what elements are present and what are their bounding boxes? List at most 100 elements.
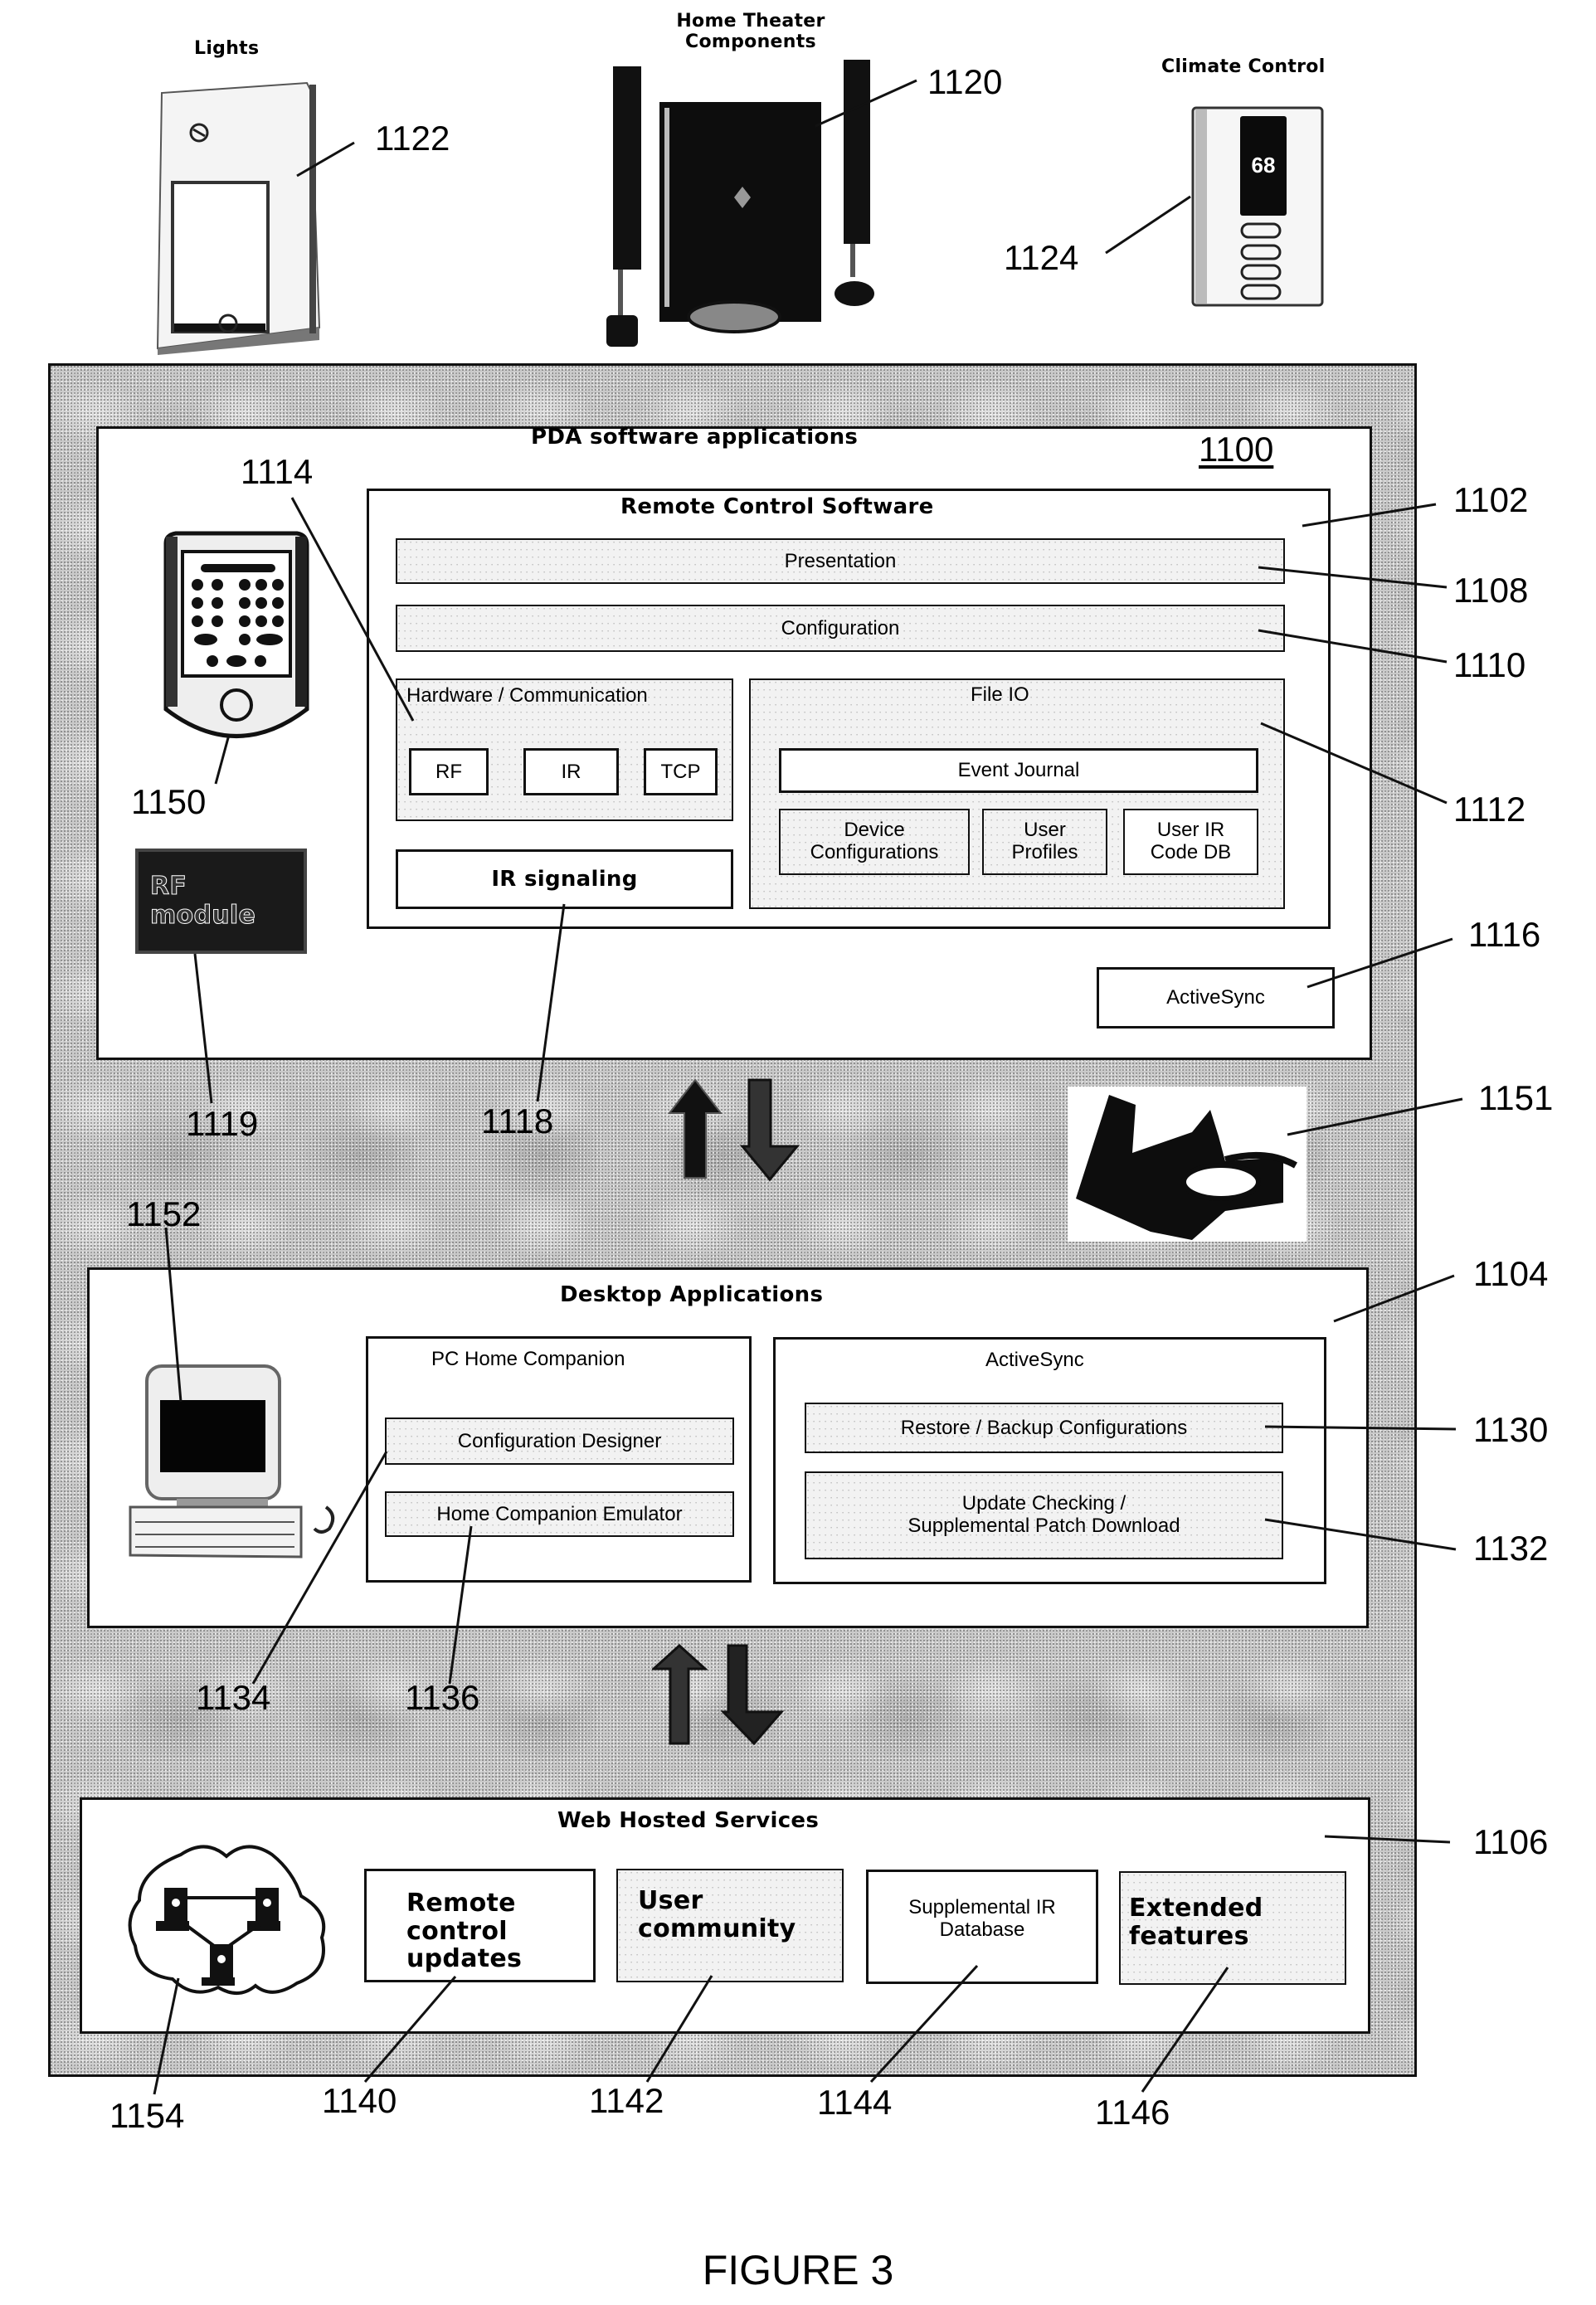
service-line: features bbox=[1129, 1921, 1249, 1951]
hw-item-label: TCP bbox=[660, 760, 701, 783]
service-line: User bbox=[638, 1886, 703, 1915]
ref-1144: 1144 bbox=[817, 2083, 893, 2122]
configuration-designer-label: Configuration Designer bbox=[457, 1429, 662, 1452]
home-companion-emulator-box: Home Companion Emulator bbox=[385, 1491, 734, 1537]
ref-1114: 1114 bbox=[241, 452, 314, 491]
service-line: community bbox=[638, 1914, 796, 1943]
store-line1: User IR bbox=[1156, 819, 1225, 842]
ref-1118: 1118 bbox=[481, 1101, 554, 1140]
pda-device-icon bbox=[163, 531, 309, 738]
ref-1151: 1151 bbox=[1478, 1078, 1554, 1117]
pc-home-companion-title: PC Home Companion bbox=[431, 1348, 625, 1370]
user-ir-code-db-store: User IR Code DB bbox=[1123, 809, 1258, 875]
ref-1122: 1122 bbox=[375, 119, 450, 158]
presentation-label: Presentation bbox=[784, 549, 897, 572]
climate-control-title: Climate Control bbox=[1161, 56, 1326, 77]
web-service-user-community: User community bbox=[616, 1869, 844, 1982]
ref-1130: 1130 bbox=[1473, 1410, 1549, 1449]
ref-1140: 1140 bbox=[322, 2081, 397, 2120]
ref-1152: 1152 bbox=[126, 1194, 202, 1233]
home-theater-icon bbox=[606, 60, 874, 347]
sync-arrows-pda-desktop[interactable] bbox=[668, 1078, 805, 1182]
light-switch-icon bbox=[156, 81, 321, 355]
hw-item-ir: IR bbox=[523, 748, 619, 795]
store-line2: Profiles bbox=[1011, 841, 1078, 863]
pda-software-title: PDA software applications bbox=[531, 425, 859, 450]
thermostat-display: 68 bbox=[1252, 153, 1276, 177]
ir-signaling-box: IR signaling bbox=[396, 849, 733, 909]
cradle-icon bbox=[1068, 1087, 1306, 1242]
service-line: Database bbox=[939, 1918, 1025, 1941]
web-service-extended-features: Extended features bbox=[1119, 1871, 1346, 1985]
ref-1104: 1104 bbox=[1473, 1254, 1549, 1293]
ref-1108: 1108 bbox=[1453, 571, 1529, 610]
thermostat-icon: 68 bbox=[1191, 106, 1324, 307]
web-service-remote-control-updates: Remote control updates bbox=[364, 1869, 596, 1982]
hardware-communication-title: Hardware / Communication bbox=[406, 684, 648, 707]
service-line: updates bbox=[406, 1944, 523, 1974]
rf-module-line1: RF bbox=[149, 872, 187, 901]
network-cloud-icon bbox=[128, 1845, 326, 1995]
ref-1124: 1124 bbox=[1004, 238, 1079, 277]
ref-1102: 1102 bbox=[1453, 480, 1529, 519]
hw-item-tcp: TCP bbox=[644, 748, 718, 795]
down-arrow-icon bbox=[739, 1078, 800, 1182]
file-io-title: File IO bbox=[971, 683, 1029, 706]
web-service-supplemental-ir-database: Supplemental IR Database bbox=[866, 1870, 1098, 1984]
event-journal-label: Event Journal bbox=[957, 759, 1080, 781]
store-line1: Device bbox=[844, 819, 905, 842]
ir-signaling-label: IR signaling bbox=[491, 867, 638, 892]
device-configurations-store: Device Configurations bbox=[779, 809, 970, 875]
service-line: Extended bbox=[1129, 1894, 1263, 1923]
service-line: control bbox=[406, 1916, 508, 1946]
store-line1: User bbox=[1024, 819, 1066, 842]
pda-activesync-box: ActiveSync bbox=[1097, 967, 1335, 1028]
hw-item-label: RF bbox=[435, 760, 462, 783]
pda-activesync-label: ActiveSync bbox=[1166, 986, 1265, 1009]
store-line2: Code DB bbox=[1150, 841, 1232, 863]
down-arrow-icon bbox=[720, 1644, 785, 1746]
figure-reference: 1100 bbox=[1199, 430, 1274, 469]
desktop-computer-icon bbox=[129, 1364, 335, 1559]
ref-1150: 1150 bbox=[131, 782, 207, 821]
ref-1110: 1110 bbox=[1453, 645, 1526, 684]
web-hosted-services-title: Web Hosted Services bbox=[557, 1808, 820, 1833]
ref-1112: 1112 bbox=[1453, 790, 1526, 829]
ref-1106: 1106 bbox=[1473, 1822, 1549, 1861]
sync-arrows-desktop-web[interactable] bbox=[652, 1644, 785, 1748]
ref-1154: 1154 bbox=[109, 2096, 185, 2135]
remote-control-software-title: Remote Control Software bbox=[620, 494, 934, 519]
ref-1136: 1136 bbox=[405, 1678, 480, 1717]
user-profiles-store: User Profiles bbox=[982, 809, 1107, 875]
event-journal-box: Event Journal bbox=[779, 748, 1258, 793]
home-theater-title-line1: Home Theater bbox=[676, 11, 825, 32]
configuration-label: Configuration bbox=[781, 616, 900, 639]
presentation-layer: Presentation bbox=[396, 538, 1285, 584]
rf-module-image: RF module bbox=[135, 849, 307, 954]
configuration-designer-box: Configuration Designer bbox=[385, 1418, 734, 1465]
hw-item-label: IR bbox=[561, 760, 581, 783]
ref-1119: 1119 bbox=[186, 1104, 259, 1143]
ref-1132: 1132 bbox=[1473, 1529, 1549, 1568]
service-line: Supplemental IR bbox=[908, 1896, 1056, 1918]
store-line2: Configurations bbox=[810, 841, 939, 863]
ref-1116: 1116 bbox=[1468, 915, 1541, 954]
update-checking-box: Update Checking / Supplemental Patch Dow… bbox=[805, 1471, 1283, 1559]
desktop-applications-title: Desktop Applications bbox=[560, 1282, 824, 1307]
desktop-activesync-title: ActiveSync bbox=[985, 1349, 1084, 1371]
up-arrow-icon bbox=[652, 1644, 708, 1745]
ref-1120: 1120 bbox=[927, 62, 1003, 101]
configuration-layer: Configuration bbox=[396, 605, 1285, 652]
ref-1146: 1146 bbox=[1095, 2093, 1170, 2132]
ref-1142: 1142 bbox=[589, 2081, 664, 2120]
rf-module-line2: module bbox=[149, 900, 256, 930]
up-arrow-icon bbox=[668, 1078, 723, 1179]
lights-title: Lights bbox=[194, 38, 260, 59]
hw-item-rf: RF bbox=[409, 748, 489, 795]
restore-backup-box: Restore / Backup Configurations bbox=[805, 1403, 1283, 1453]
update-checking-line1: Update Checking / bbox=[961, 1492, 1126, 1515]
ref-1134: 1134 bbox=[196, 1678, 271, 1717]
home-companion-emulator-label: Home Companion Emulator bbox=[436, 1502, 683, 1525]
home-theater-title: Home Theater Components bbox=[664, 11, 838, 52]
restore-backup-label: Restore / Backup Configurations bbox=[900, 1416, 1188, 1439]
